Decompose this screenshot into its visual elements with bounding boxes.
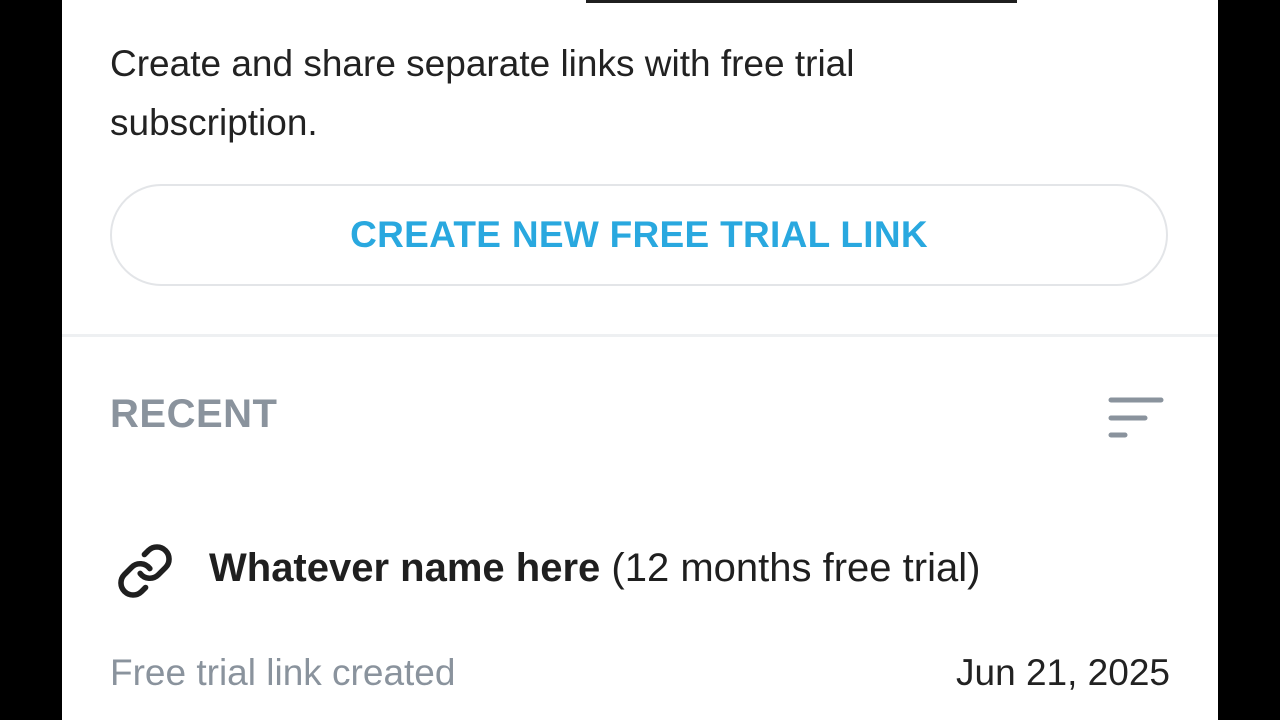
description-text: Create and share separate links with fre… <box>110 43 855 143</box>
recent-section-header: RECENT <box>110 392 278 436</box>
create-free-trial-link-button[interactable]: CREATE NEW FREE TRIAL LINK <box>110 184 1168 286</box>
tab-indicator <box>586 0 1017 3</box>
section-divider <box>62 334 1218 337</box>
sort-icon[interactable] <box>1108 394 1164 442</box>
item-title: Whatever name here (12 months free trial… <box>209 546 980 591</box>
app-screen: Create and share separate links with fre… <box>62 0 1218 720</box>
link-icon <box>116 542 174 600</box>
item-detail: (12 months free trial) <box>611 546 981 590</box>
item-subtitle: Free trial link created <box>110 652 456 693</box>
list-item[interactable]: Whatever name here (12 months free trial… <box>62 528 1218 720</box>
item-date: Jun 21, 2025 <box>956 652 1170 693</box>
item-name: Whatever name here <box>209 546 601 590</box>
